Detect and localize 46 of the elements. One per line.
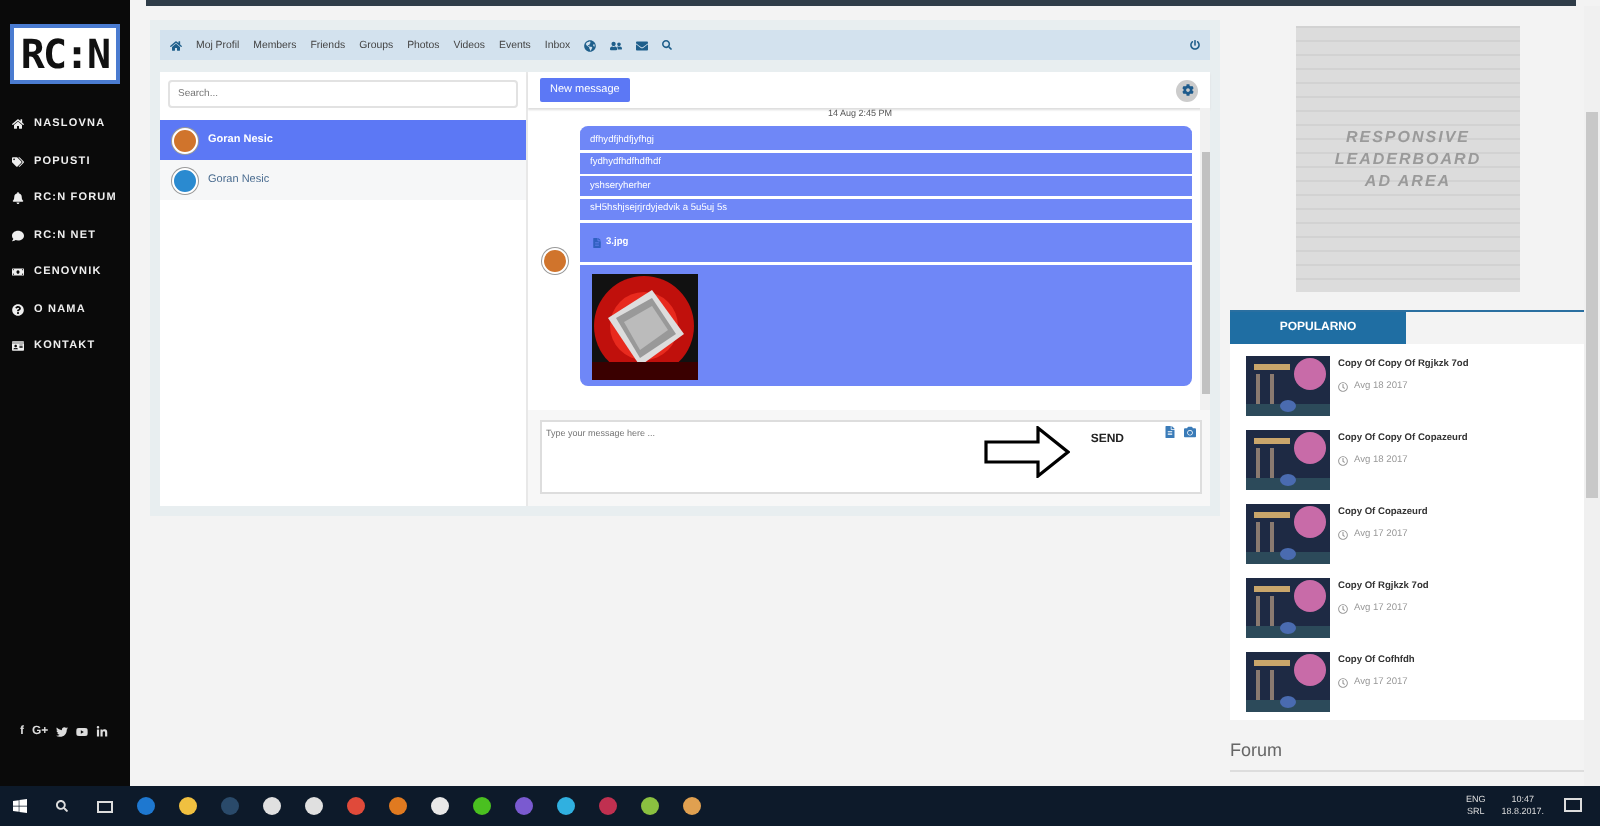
clock-icon	[1338, 456, 1348, 466]
question-icon	[12, 303, 24, 316]
ad-text: LEADERBOARD	[1334, 148, 1482, 170]
chat-icon	[12, 229, 24, 242]
avatar-icon	[542, 247, 568, 273]
youtube-icon[interactable]	[76, 726, 89, 738]
banknote-icon	[12, 266, 24, 279]
bell-icon	[12, 192, 24, 205]
outline-arrow-drawing	[984, 426, 1071, 478]
app-icon[interactable]	[554, 794, 578, 818]
ad-text: AD AREA	[1364, 170, 1452, 192]
clock-icon	[1338, 604, 1348, 614]
search-icon[interactable]	[50, 794, 74, 818]
clock-icon	[1338, 678, 1348, 688]
app-icon[interactable]	[260, 794, 284, 818]
app-icon[interactable]	[386, 794, 410, 818]
file-icon[interactable]	[1164, 426, 1176, 438]
ad-text: RESPONSIVE	[1345, 126, 1470, 148]
envelope-icon[interactable]	[636, 39, 649, 51]
clock-icon	[1338, 530, 1348, 540]
power-icon[interactable]	[1190, 40, 1200, 50]
tags-icon	[12, 155, 24, 168]
windows-icon[interactable]	[8, 794, 32, 818]
settings-icon[interactable]	[1176, 79, 1198, 101]
app-icon[interactable]	[470, 794, 494, 818]
app-icon[interactable]	[638, 794, 662, 818]
avatar-icon	[172, 127, 198, 153]
id-card-icon	[12, 340, 24, 353]
twitter-icon[interactable]	[56, 726, 69, 738]
users-icon[interactable]	[610, 39, 623, 51]
linkedin-icon[interactable]	[96, 726, 109, 738]
camera-icon[interactable]	[1184, 426, 1196, 438]
app-icon[interactable]	[176, 794, 200, 818]
site-logo[interactable]: RC:N	[10, 24, 120, 84]
section-title: Forum	[1230, 740, 1584, 772]
home-icon	[12, 118, 24, 131]
avatar-icon	[172, 167, 198, 193]
file-icon	[592, 237, 602, 247]
globe-icon[interactable]	[584, 39, 597, 51]
scrollbar[interactable]	[1200, 108, 1210, 410]
home-icon[interactable]	[170, 39, 182, 51]
notification-icon[interactable]	[1560, 794, 1584, 818]
clock-icon	[1338, 382, 1348, 392]
app-icon[interactable]	[428, 794, 452, 818]
app-icon[interactable]	[680, 794, 704, 818]
app-icon[interactable]	[302, 794, 326, 818]
